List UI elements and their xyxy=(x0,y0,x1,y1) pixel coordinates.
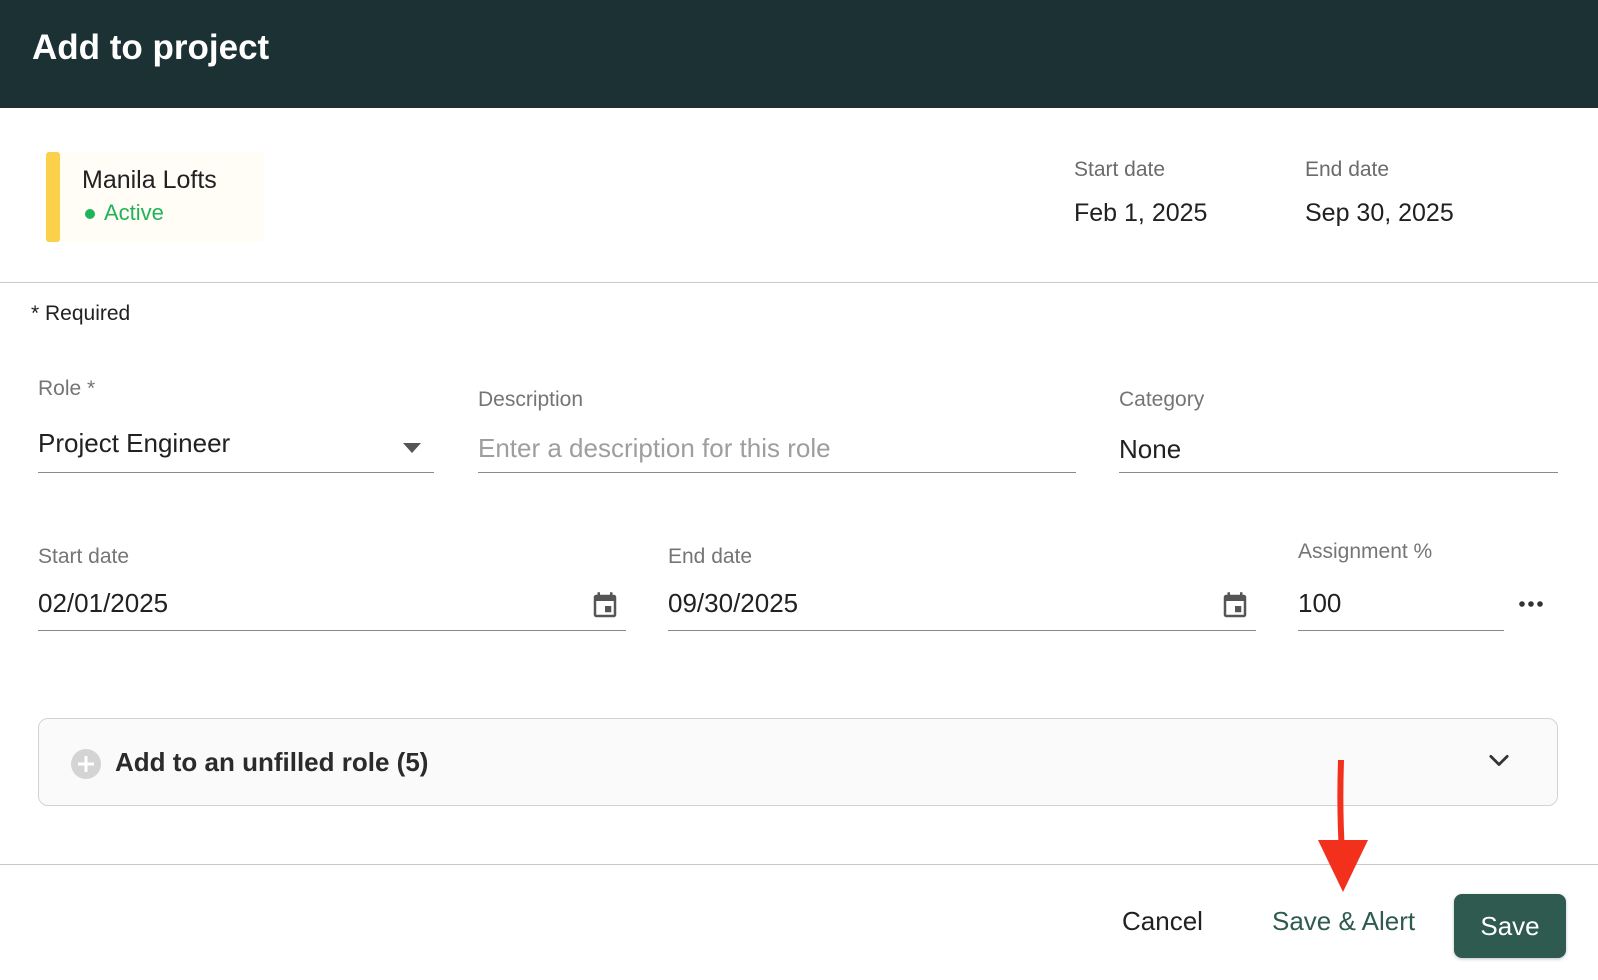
calendar-icon[interactable] xyxy=(1220,590,1250,622)
end-date-underline xyxy=(668,630,1256,631)
category-select[interactable]: None xyxy=(1119,434,1181,465)
annotation-arrow-icon xyxy=(1318,760,1368,892)
role-value: Project Engineer xyxy=(38,428,231,458)
calendar-icon[interactable] xyxy=(590,590,620,622)
required-note: * Required xyxy=(31,302,131,325)
assignment-label: Assignment % xyxy=(1298,540,1433,563)
start-date-input[interactable]: 02/01/2025 xyxy=(38,588,168,619)
cancel-button[interactable]: Cancel xyxy=(1122,906,1203,937)
dropdown-triangle-icon xyxy=(403,443,421,453)
category-label: Category xyxy=(1119,388,1205,411)
role-select[interactable]: Project Engineer xyxy=(38,420,434,472)
more-horizontal-icon[interactable] xyxy=(1518,600,1544,608)
chevron-down-icon xyxy=(1489,754,1509,766)
project-start-date-label: Start date xyxy=(1074,158,1166,181)
description-input[interactable] xyxy=(478,430,1074,466)
save-button[interactable]: Save xyxy=(1454,894,1566,958)
save-and-alert-button[interactable]: Save & Alert xyxy=(1272,906,1415,937)
start-date-underline xyxy=(38,630,626,631)
status-dot-icon xyxy=(85,209,95,219)
role-label: Role * xyxy=(38,377,96,400)
unfilled-role-label: Add to an unfilled role (5) xyxy=(115,747,429,777)
project-start-date: Feb 1, 2025 xyxy=(1074,199,1208,227)
end-date-label: End date xyxy=(668,545,753,568)
project-end-date-label: End date xyxy=(1305,158,1390,181)
category-underline xyxy=(1119,472,1558,473)
summary-divider xyxy=(0,282,1598,283)
end-date-input[interactable]: 09/30/2025 xyxy=(668,588,798,619)
description-label: Description xyxy=(478,388,584,411)
assignment-input[interactable]: 100 xyxy=(1298,588,1341,619)
description-underline xyxy=(478,472,1076,473)
project-end-date: Sep 30, 2025 xyxy=(1305,199,1454,227)
project-status: Active xyxy=(104,200,164,225)
dialog-title: Add to project xyxy=(32,28,270,67)
dialog-header: Add to project xyxy=(0,0,1598,108)
project-card: Manila Lofts Active xyxy=(46,152,264,242)
add-to-project-dialog: Add to project Manila Lofts Active Start… xyxy=(0,0,1598,980)
project-name: Manila Lofts xyxy=(82,166,217,194)
plus-circle-icon xyxy=(71,749,101,779)
start-date-label: Start date xyxy=(38,545,130,568)
project-color-bar xyxy=(46,152,60,242)
assignment-underline xyxy=(1298,630,1504,631)
role-underline xyxy=(38,472,434,473)
